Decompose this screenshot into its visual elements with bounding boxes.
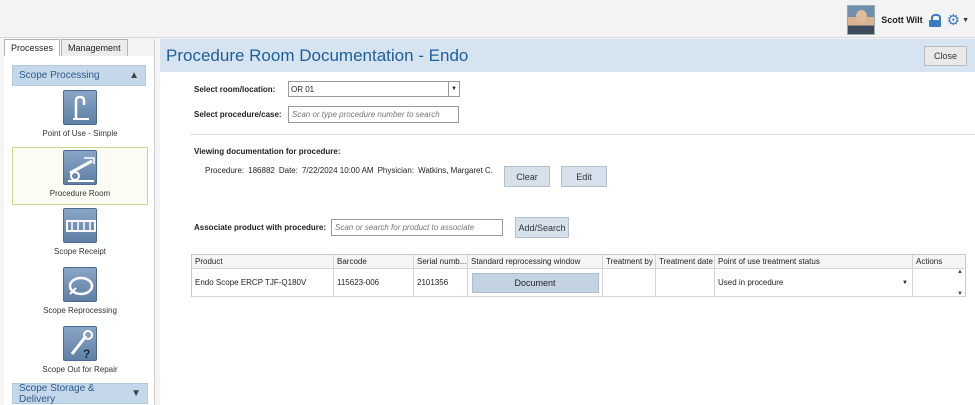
room-row: Select room/location: OR 01 ▼: [194, 81, 460, 97]
sidebar-item-label: Scope Reprocessing: [43, 306, 117, 315]
table-header: Product Barcode Serial numb... Standard …: [192, 255, 965, 269]
column-header-treatment-by[interactable]: Treatment by: [603, 255, 656, 269]
column-header-barcode[interactable]: Barcode: [334, 255, 414, 269]
page-title: Procedure Room Documentation - Endo: [166, 45, 469, 65]
top-bar: Scott Wilt ⚙ ▼: [0, 0, 975, 38]
wrench-question-icon: ?: [63, 326, 97, 361]
sidebar-item-label: Scope Out for Repair: [42, 365, 118, 374]
left-panel: Processes Management Scope Processing ▲ …: [4, 39, 155, 405]
date-key: Date:: [278, 166, 298, 175]
procedure-search-input[interactable]: [288, 106, 459, 123]
gear-icon[interactable]: ⚙: [947, 13, 960, 28]
column-header-actions[interactable]: Actions: [913, 255, 965, 269]
column-header-status[interactable]: Point of use treatment status: [715, 255, 913, 269]
section-label: Scope Processing: [19, 70, 100, 81]
chevron-down-icon[interactable]: ▼: [131, 388, 141, 399]
associate-search-input[interactable]: [331, 219, 503, 236]
viewing-label: Viewing documentation for procedure:: [194, 147, 341, 156]
chevron-down-icon[interactable]: ▼: [962, 17, 969, 24]
procedure-label: Select procedure/case:: [194, 110, 282, 119]
user-name[interactable]: Scott Wilt: [881, 15, 922, 25]
tab-processes[interactable]: Processes: [4, 39, 61, 56]
procedure-row: Select procedure/case:: [194, 106, 459, 123]
sidebar-item-label: Point of Use - Simple: [42, 129, 118, 138]
cell-status[interactable]: Used in procedure ▼: [715, 269, 913, 297]
left-tabs: Processes Management: [4, 39, 154, 56]
table-row[interactable]: Endo Scope ERCP TJF-Q180V 115623-006 210…: [192, 269, 965, 297]
procedure-room-icon: [63, 150, 97, 185]
date-value: 7/22/2024 10:00 AM: [301, 166, 374, 175]
clear-button[interactable]: Clear: [504, 166, 550, 187]
procedure-info-row: Procedure: 186882 Date: 7/22/2024 10:00 …: [205, 166, 493, 175]
chevron-up-icon[interactable]: ▲: [129, 70, 139, 81]
dropdown-arrow-icon[interactable]: ▼: [902, 280, 908, 286]
title-bar: Procedure Room Documentation - Endo Clos…: [160, 39, 975, 72]
procedure-number: 186882: [248, 166, 275, 175]
sidebar-item-label: Procedure Room: [49, 189, 111, 198]
associate-label: Associate product with procedure:: [194, 223, 327, 232]
tab-management[interactable]: Management: [61, 39, 128, 56]
sidebar-item-procedure-room[interactable]: Procedure Room: [12, 147, 148, 205]
cell-treatment-by: [603, 269, 656, 297]
physician-key: Physician:: [377, 166, 415, 175]
divider: [190, 134, 975, 135]
scope-receipt-icon: [63, 208, 97, 243]
section-scope-processing[interactable]: Scope Processing ▲: [12, 65, 146, 86]
table-scrollbar[interactable]: ▲ ▼: [955, 269, 965, 297]
room-value: OR 01: [291, 84, 315, 94]
sidebar-item-scope-out-for-repair[interactable]: ? Scope Out for Repair: [12, 324, 148, 382]
close-button[interactable]: Close: [924, 45, 967, 66]
column-header-treatment-date[interactable]: Treatment date: [656, 255, 715, 269]
sink-icon: [63, 90, 97, 125]
section-scope-storage-delivery[interactable]: Scope Storage & Delivery ▼: [12, 382, 148, 405]
cell-product: Endo Scope ERCP TJF-Q180V: [192, 269, 334, 297]
product-table: Product Barcode Serial numb... Standard …: [191, 254, 966, 297]
status-value: Used in procedure: [718, 278, 784, 287]
lock-icon[interactable]: [928, 13, 941, 27]
user-block: Scott Wilt ⚙ ▼: [847, 4, 969, 36]
sidebar-item-point-of-use[interactable]: Point of Use - Simple: [12, 88, 148, 146]
dropdown-arrow-icon[interactable]: ▼: [448, 82, 459, 96]
cell-window: Document: [468, 269, 603, 297]
sidebar-item-label: Scope Receipt: [53, 247, 107, 256]
viewing-row: Viewing documentation for procedure:: [194, 147, 341, 156]
cell-serial: 2101356: [414, 269, 468, 297]
cell-barcode: 115623-006: [334, 269, 414, 297]
avatar[interactable]: [847, 5, 876, 35]
scroll-up-icon[interactable]: ▲: [957, 269, 963, 275]
column-header-serial[interactable]: Serial numb...: [414, 255, 468, 269]
svg-text:?: ?: [83, 347, 90, 361]
procedure-key: Procedure:: [205, 166, 245, 175]
column-header-product[interactable]: Product: [192, 255, 334, 269]
scroll-down-icon[interactable]: ▼: [957, 291, 963, 297]
sidebar-item-scope-receipt[interactable]: Scope Receipt: [12, 206, 148, 264]
scope-reprocessing-icon: [63, 267, 97, 302]
column-header-window[interactable]: Standard reprocessing window: [468, 255, 603, 269]
room-select[interactable]: OR 01 ▼: [288, 81, 460, 97]
associate-row: Associate product with procedure:: [194, 219, 503, 236]
document-button[interactable]: Document: [471, 272, 599, 293]
sidebar-item-scope-reprocessing[interactable]: Scope Reprocessing: [12, 265, 148, 323]
room-label: Select room/location:: [194, 84, 276, 94]
add-search-button[interactable]: Add/Search: [515, 217, 569, 238]
section-label: Scope Storage & Delivery: [19, 382, 95, 405]
physician-value: Watkins, Margaret C.: [418, 166, 493, 175]
edit-button[interactable]: Edit: [561, 166, 607, 187]
cell-treatment-date: [656, 269, 715, 297]
main-panel: Procedure Room Documentation - Endo Clos…: [160, 39, 975, 405]
